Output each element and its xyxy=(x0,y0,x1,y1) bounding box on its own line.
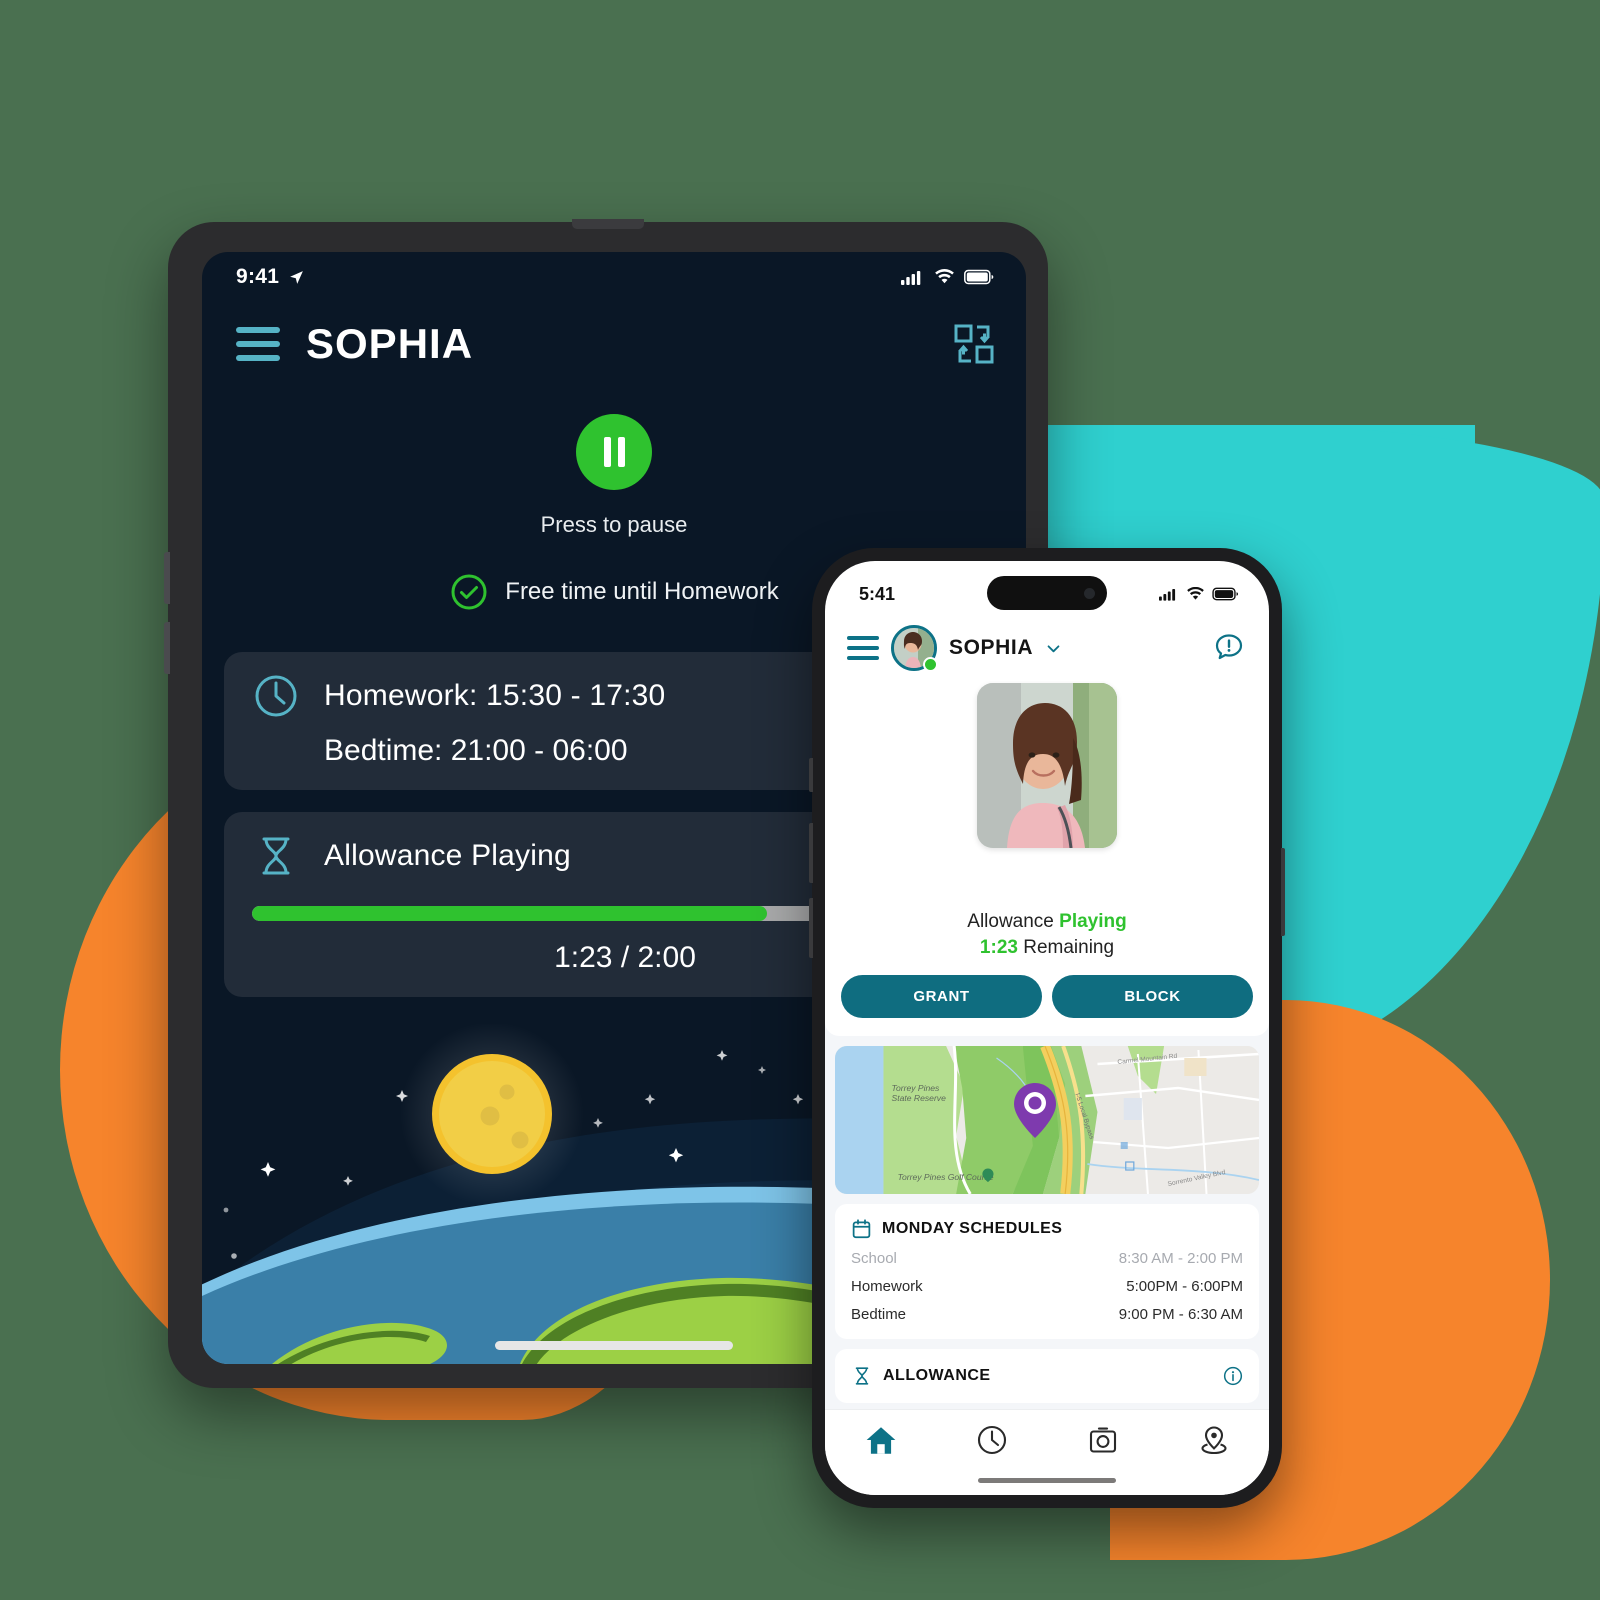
table-row[interactable]: Homework 5:00PM - 6:00PM xyxy=(851,1278,1243,1295)
tablet-home-indicator[interactable] xyxy=(495,1341,733,1350)
switch-device-icon[interactable] xyxy=(952,322,996,366)
phone-silent-switch[interactable] xyxy=(809,758,813,792)
table-row[interactable]: Bedtime 9:00 PM - 6:30 AM xyxy=(851,1306,1243,1323)
schedule-time: 8:30 AM - 2:00 PM xyxy=(1118,1250,1243,1267)
tablet-status-time: 9:41 xyxy=(236,265,280,288)
photo-spacer xyxy=(841,855,1253,911)
map-location-pin[interactable] xyxy=(1011,1082,1059,1140)
clock-icon xyxy=(255,675,297,717)
tab-history[interactable] xyxy=(966,1424,1018,1456)
schedules-title: MONDAY SCHEDULES xyxy=(882,1219,1063,1237)
check-circle-icon xyxy=(451,574,487,610)
phone-content-scroll[interactable]: Allowance Playing 1:23 Remaining GRANT B… xyxy=(825,681,1269,1409)
phone-volume-up-button[interactable] xyxy=(809,823,813,883)
tablet-volume-down-button[interactable] xyxy=(164,622,170,674)
hamburger-menu-icon[interactable] xyxy=(847,636,879,660)
info-icon[interactable] xyxy=(1223,1366,1243,1386)
home-icon xyxy=(866,1427,895,1454)
tablet-status-bar: 9:41 xyxy=(202,252,1026,298)
wifi-icon xyxy=(935,269,954,284)
pause-icon-bar-right xyxy=(617,437,625,467)
child-status-card: Allowance Playing 1:23 Remaining GRANT B… xyxy=(825,683,1269,1036)
pause-button[interactable] xyxy=(576,414,652,490)
location-arrow-icon xyxy=(290,270,304,284)
alert-message-icon[interactable] xyxy=(1213,632,1245,664)
phone-remaining-suffix: Remaining xyxy=(1023,937,1115,958)
calendar-icon xyxy=(852,1219,871,1239)
tablet-volume-up-button[interactable] xyxy=(164,552,170,604)
phone-volume-down-button[interactable] xyxy=(809,898,813,958)
block-button[interactable]: BLOCK xyxy=(1052,975,1253,1018)
phone-screen: 5:41 SOPHIA Allowance Playing 1:23 Remai… xyxy=(825,561,1269,1495)
tablet-top-nub xyxy=(572,219,644,229)
allowance-title: ALLOWANCE xyxy=(883,1367,991,1384)
chevron-down-icon[interactable] xyxy=(1045,640,1062,657)
location-icon xyxy=(1200,1426,1227,1455)
phone-allowance-status: Allowance Playing xyxy=(841,911,1253,933)
allowance-section-card[interactable]: ALLOWANCE xyxy=(835,1349,1259,1403)
phone-remaining-value: 1:23 xyxy=(979,937,1018,958)
pause-icon-bar-left xyxy=(603,437,611,467)
front-camera-icon xyxy=(1084,587,1095,599)
phone-action-buttons: GRANT BLOCK xyxy=(841,975,1253,1018)
cellular-signal-icon xyxy=(1159,589,1176,601)
schedule-name: Bedtime xyxy=(851,1306,907,1323)
schedule-time: 9:00 PM - 6:30 AM xyxy=(1118,1306,1243,1323)
tab-camera[interactable] xyxy=(1077,1424,1129,1456)
dynamic-island xyxy=(987,576,1107,610)
grant-button[interactable]: GRANT xyxy=(841,975,1042,1018)
online-status-dot xyxy=(923,657,938,672)
battery-icon xyxy=(964,269,994,285)
freetime-label: Free time until Homework xyxy=(505,578,779,605)
schedules-header: MONDAY SCHEDULES xyxy=(851,1218,1243,1239)
tablet-homework-schedule: Homework: 15:30 - 17:30 xyxy=(324,679,666,712)
map-label-reserve: Torrey Pines xyxy=(892,1083,941,1093)
wifi-icon xyxy=(1187,587,1204,600)
svg-text:State Reserve: State Reserve xyxy=(892,1093,947,1103)
phone-app-header: SOPHIA xyxy=(825,619,1269,681)
phone-status-value: Playing xyxy=(1059,911,1127,932)
battery-icon xyxy=(1212,587,1239,601)
tab-home[interactable] xyxy=(855,1424,907,1458)
cellular-signal-icon xyxy=(901,271,921,285)
hourglass-icon xyxy=(262,837,290,875)
camera-icon xyxy=(1089,1427,1116,1453)
phone-child-name: SOPHIA xyxy=(949,636,1034,659)
allowance-header: ALLOWANCE xyxy=(851,1365,991,1387)
tablet-app-header: SOPHIA xyxy=(202,298,1026,368)
phone-device-frame: 5:41 SOPHIA Allowance Playing 1:23 Remai… xyxy=(809,548,1285,1508)
schedule-name: School xyxy=(851,1250,897,1267)
phone-status-time: 5:41 xyxy=(859,583,896,604)
tablet-allowance-label: Allowance Playing xyxy=(324,839,571,872)
monday-schedules-card: MONDAY SCHEDULES School 8:30 AM - 2:00 P… xyxy=(835,1204,1259,1339)
avatar[interactable] xyxy=(891,625,938,672)
map-label-golf: Torrey Pines Golf Course xyxy=(898,1172,994,1182)
tablet-allowance-progress-fill xyxy=(252,906,767,921)
phone-status-prefix: Allowance xyxy=(967,911,1054,932)
phone-home-indicator[interactable] xyxy=(978,1478,1116,1483)
table-row[interactable]: School 8:30 AM - 2:00 PM xyxy=(851,1250,1243,1267)
phone-remaining-line: 1:23 Remaining xyxy=(841,937,1253,959)
schedule-time: 5:00PM - 6:00PM xyxy=(1126,1278,1243,1295)
child-photo[interactable] xyxy=(977,683,1117,848)
press-to-pause-label: Press to pause xyxy=(540,512,688,537)
tab-location[interactable] xyxy=(1188,1424,1240,1456)
hamburger-menu-icon[interactable] xyxy=(236,327,280,361)
hourglass-icon xyxy=(855,1367,869,1385)
page-title: SOPHIA xyxy=(306,320,474,367)
schedule-name: Homework xyxy=(851,1278,923,1295)
phone-power-button[interactable] xyxy=(1281,848,1285,936)
clock-icon xyxy=(977,1425,1006,1455)
location-map[interactable]: Torrey Pines State Reserve Torrey Pines … xyxy=(835,1046,1259,1194)
